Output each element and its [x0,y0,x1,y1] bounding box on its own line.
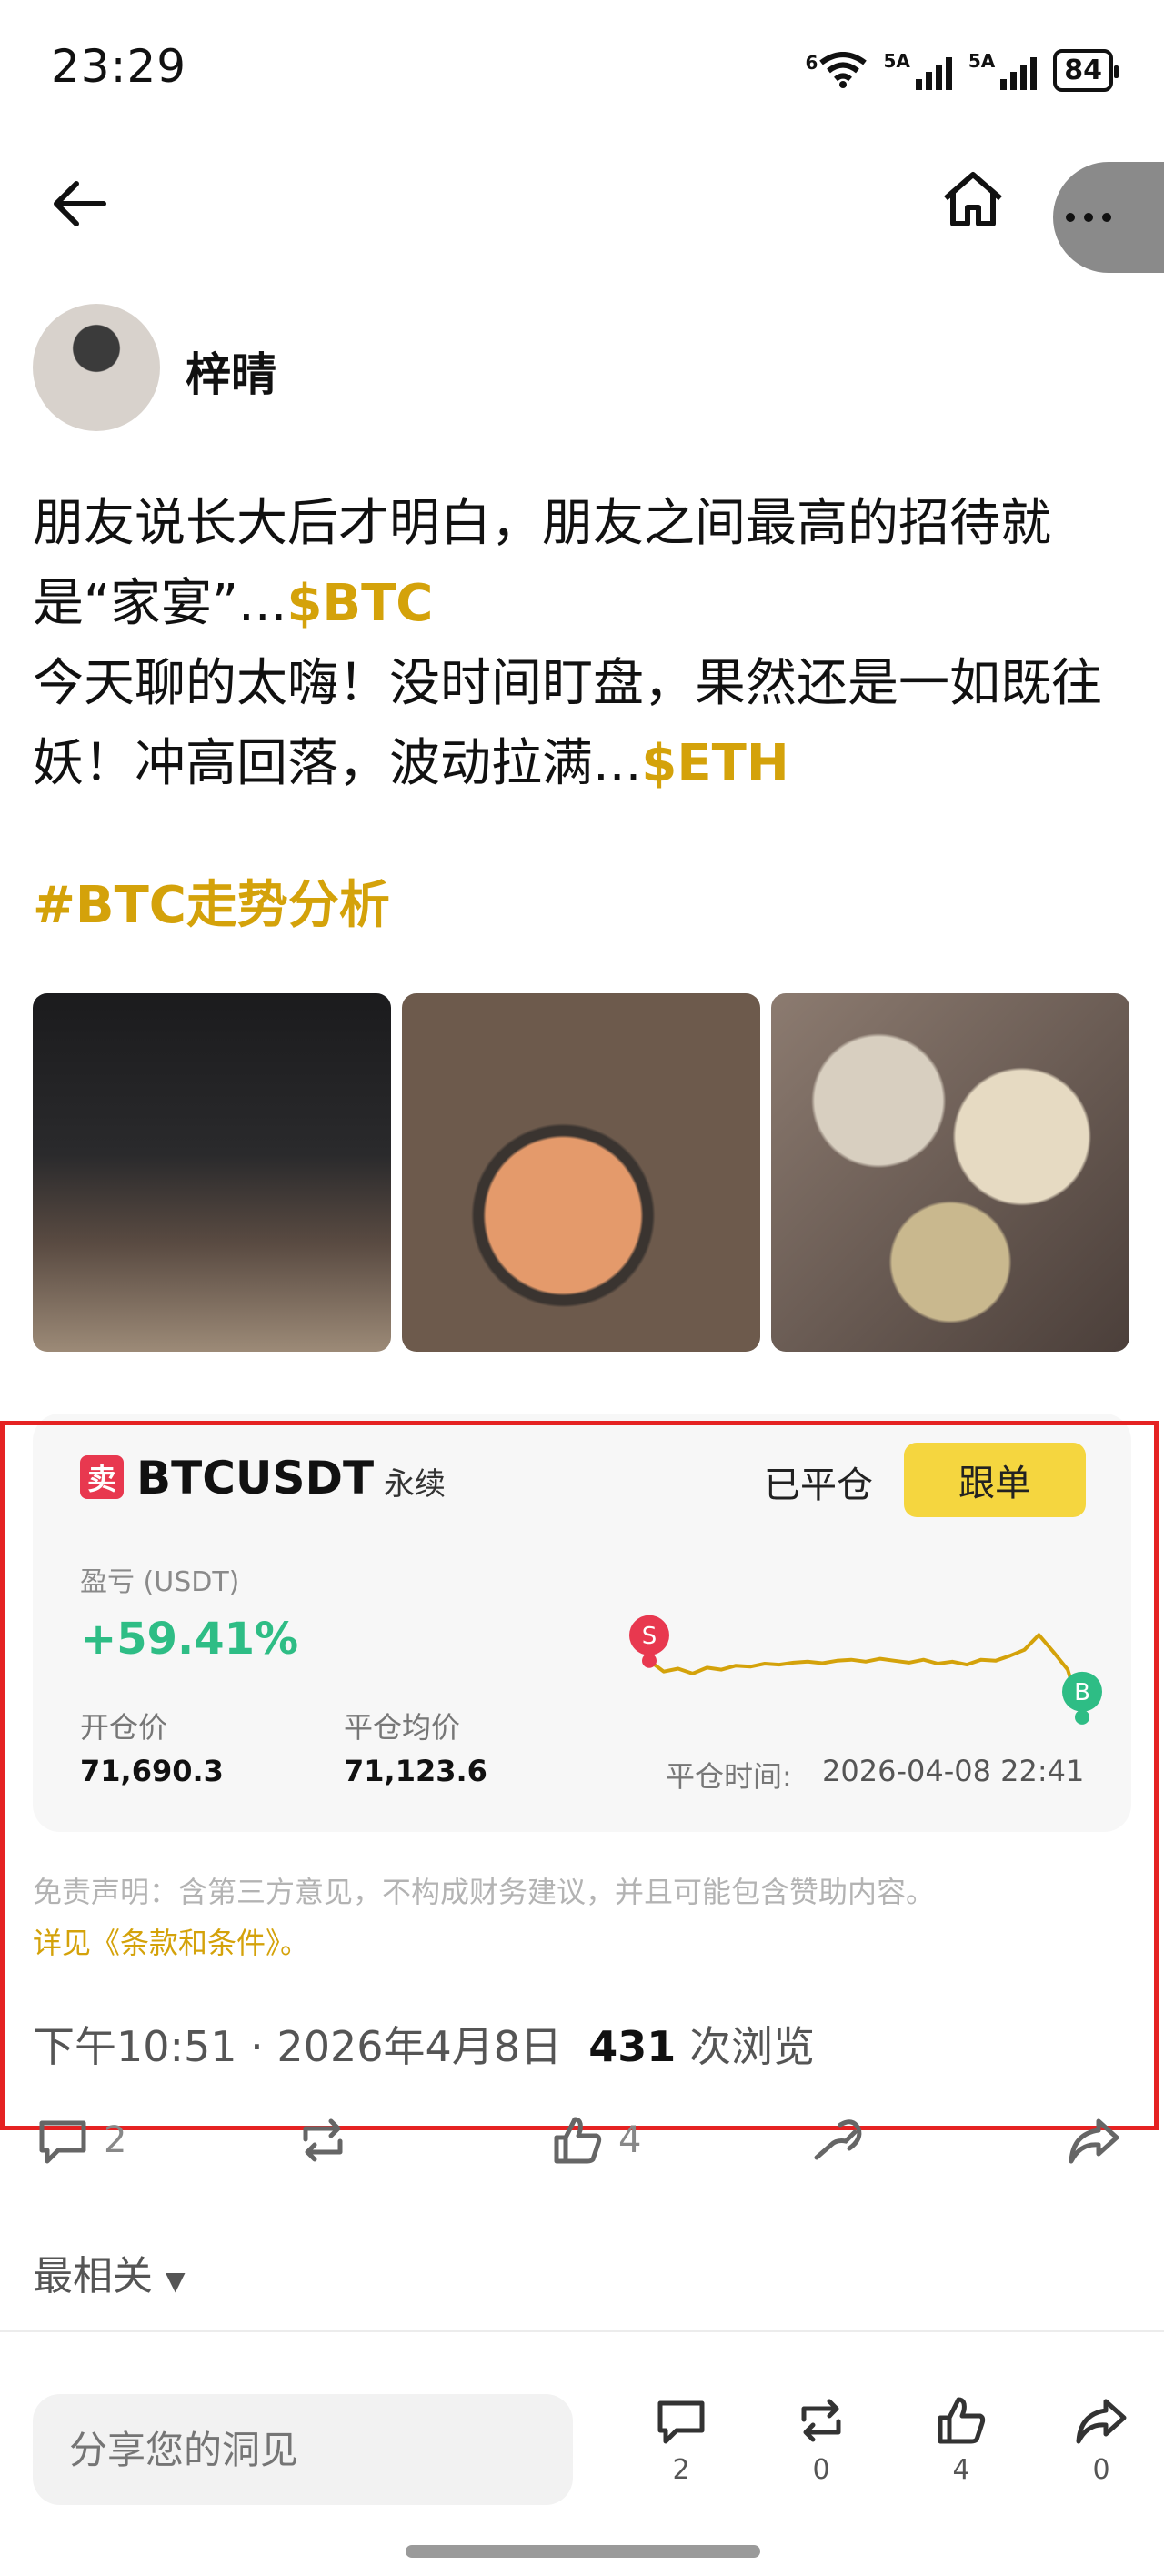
repost-icon [801,2399,841,2442]
position-status: 已平仓 [764,1464,873,1506]
open-price-value: 71,690.3 [80,1754,224,1788]
like-count: 4 [618,2119,642,2161]
price-chart: SB [629,1615,1102,1725]
post-line-2: 今天聊的太嗨！没时间盯盘，果然还是一如既往妖！冲高回落，波动拉满... [33,654,1102,793]
author-name[interactable]: 梓晴 [186,338,276,404]
view-count-suffix: 次浏览 [688,2022,815,2071]
status-time: 23:29 [51,40,187,93]
comment-icon [657,2400,705,2444]
thumbs-up-icon [938,2397,986,2444]
price-line [647,1633,1084,1718]
tip-button[interactable] [809,2108,866,2172]
bottom-repost-button[interactable]: 0 [780,2392,862,2486]
sim2-label: 5A [968,50,996,72]
close-price-label: 平仓均价 [344,1710,461,1745]
bottom-share-count: 0 [1092,2454,1110,2486]
sell-badge: 卖 [80,1455,124,1499]
more-button[interactable] [1053,162,1164,273]
open-price-label: 开仓价 [80,1710,168,1745]
status-icons: 6 5A 5A 84 [806,45,1119,95]
comment-count: 2 [104,2119,127,2161]
disclaimer-text: 免责声明：含第三方意见，不构成财务建议，并且可能包含赞助内容。 [33,1875,936,1909]
comment-icon [39,2120,86,2164]
share-arrow-icon [1069,2118,1119,2164]
like-button[interactable]: 4 [549,2108,641,2172]
bottom-like-button[interactable]: 4 [920,2392,1002,2486]
ticker-btc-link[interactable]: $BTC [286,574,433,633]
bottom-comment-button[interactable]: 2 [640,2392,722,2486]
post-meta: 下午10:51 · 2026年4月8日 431 次浏览 [33,2014,815,2074]
buy-point [1075,1709,1089,1725]
back-button[interactable] [47,169,116,238]
bottom-like-count: 4 [952,2454,970,2486]
battery-indicator: 84 [1053,48,1119,92]
pnl-label: 盈亏 (USDT) [80,1566,240,1598]
trade-pair: BTCUSDT [136,1452,375,1504]
home-icon [944,172,1002,226]
sim1-label: 5A [883,50,910,72]
view-count: 431 [588,2022,677,2071]
follow-button[interactable]: 跟单 [904,1443,1086,1517]
post-photo-2[interactable] [402,993,760,1352]
post-timestamp: 下午10:51 · 2026年4月8日 [33,2022,563,2071]
bottom-comment-count: 2 [672,2454,690,2486]
sort-label: 最相关 [33,2253,153,2299]
post-photo-1[interactable] [33,993,391,1352]
close-time-label: 平仓时间: [666,1759,792,1794]
sell-marker: S [629,1615,669,1668]
contract-type: 永续 [384,1466,446,1503]
repost-icon [303,2118,343,2162]
wifi-label: 6 [805,52,818,74]
sell-marker-label: S [642,1623,657,1650]
ticker-eth-link[interactable]: $ETH [641,734,788,793]
arrow-left-icon [54,181,106,226]
signal-sim1-icon: 5A [883,50,952,90]
tip-icon [814,2119,862,2160]
close-price-value: 71,123.6 [344,1754,487,1788]
share-button[interactable] [1066,2108,1122,2172]
hashtag-link[interactable]: #BTC走势分析 [33,864,390,938]
pnl-value: +59.41% [80,1614,299,1665]
comment-button[interactable]: 2 [35,2108,126,2172]
sell-point [642,1653,657,1668]
terms-link[interactable]: 详见《条款和条件》。 [33,1917,1131,1968]
chevron-down-icon: ▼ [166,2266,186,2296]
wifi-icon: 6 [806,52,868,88]
home-indicator [406,2545,760,2558]
divider [0,2330,1164,2332]
comment-input[interactable] [33,2394,573,2505]
signal-sim2-icon: 5A [968,50,1038,90]
disclaimer: 免责声明：含第三方意见，不构成财务建议，并且可能包含赞助内容。 详见《条款和条件… [33,1867,1131,1968]
home-button[interactable] [937,164,1009,236]
bottom-share-button[interactable]: 0 [1060,2392,1142,2486]
sort-dropdown[interactable]: 最相关 ▼ [33,2243,186,2301]
more-dots-icon [1066,213,1111,222]
bottom-repost-count: 0 [812,2454,830,2486]
buy-marker-label: B [1074,1679,1090,1706]
post-body: 朋友说长大后才明白，朋友之间最高的招待就是“家宴”...$BTC 今天聊的太嗨！… [33,484,1133,804]
buy-marker: B [1062,1671,1102,1725]
post-photo-3[interactable] [771,993,1129,1352]
share-arrow-icon [1076,2399,1127,2444]
repost-button[interactable] [295,2108,351,2172]
close-time-value: 2026-04-08 22:41 [822,1754,1085,1788]
thumbs-up-icon [554,2117,602,2164]
avatar[interactable] [33,304,160,431]
post-line-1: 朋友说长大后才明白，朋友之间最高的招待就是“家宴”... [33,494,1051,633]
